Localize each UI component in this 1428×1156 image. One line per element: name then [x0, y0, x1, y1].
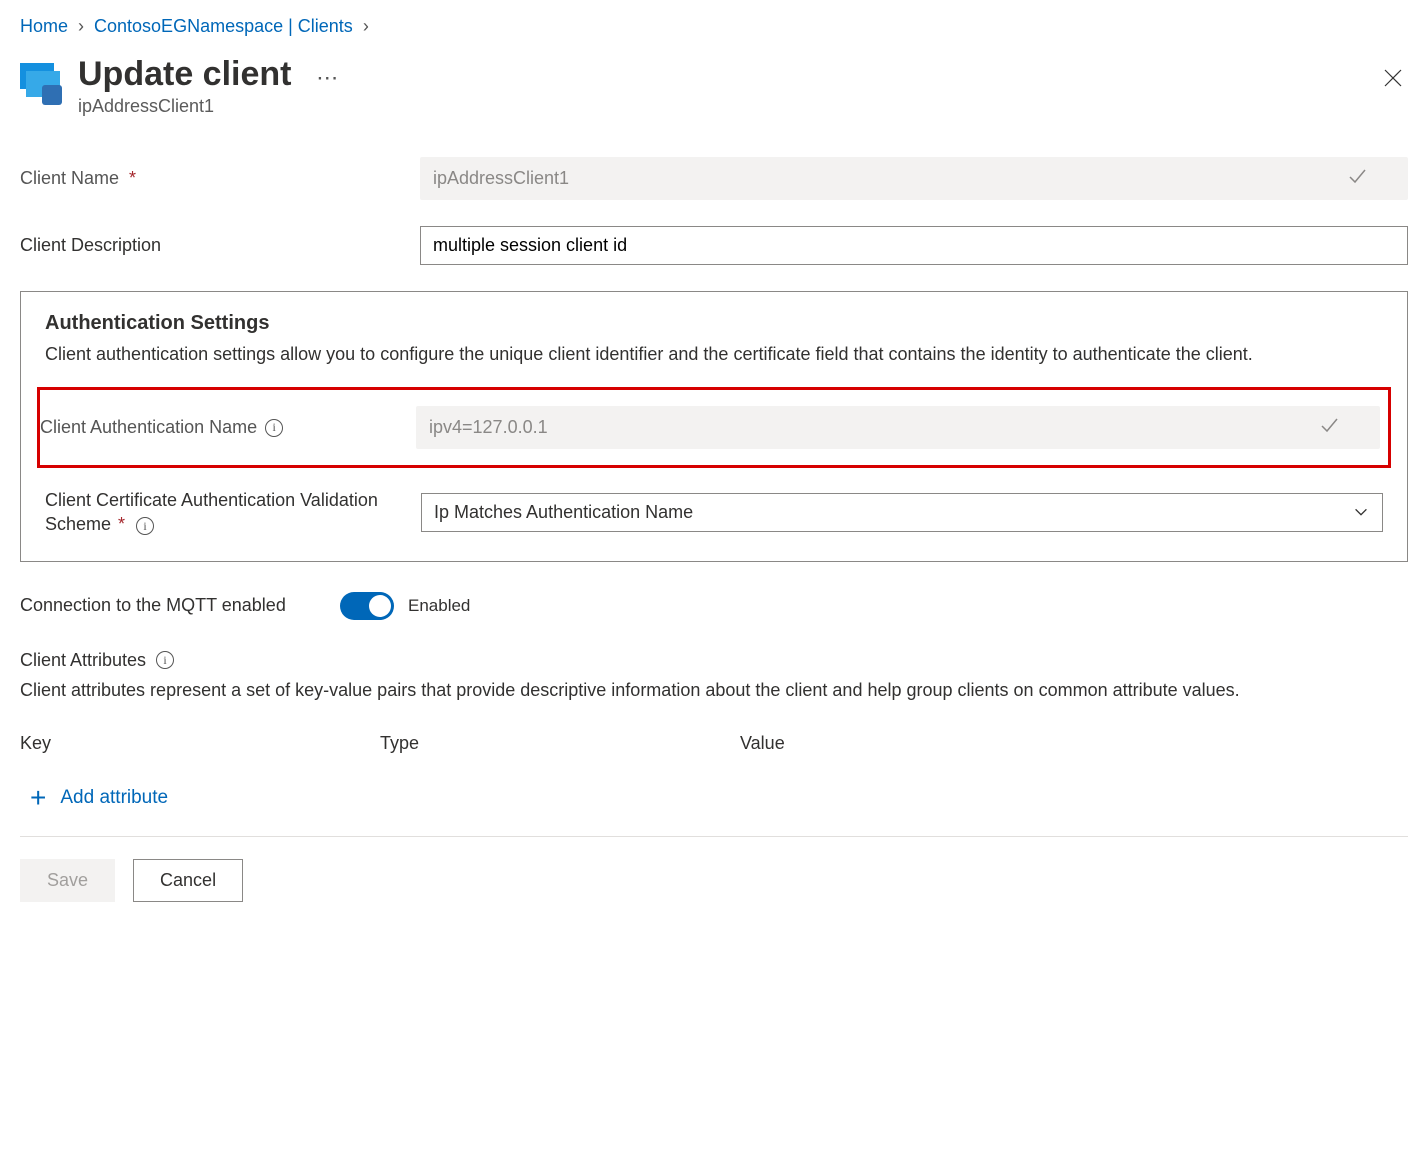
check-icon — [1347, 166, 1367, 191]
more-actions-button[interactable]: ⋯ — [316, 65, 340, 90]
mqtt-toggle[interactable] — [340, 592, 394, 620]
info-icon[interactable]: i — [156, 651, 174, 669]
auth-settings-desc: Client authentication settings allow you… — [45, 341, 1383, 367]
breadcrumb: Home › ContosoEGNamespace | Clients › — [20, 16, 1408, 37]
attr-col-type: Type — [380, 733, 740, 754]
breadcrumb-namespace[interactable]: ContosoEGNamespace | Clients — [94, 16, 353, 37]
footer-bar: Save Cancel — [20, 836, 1408, 902]
save-button[interactable]: Save — [20, 859, 115, 902]
auth-name-value: ipv4=127.0.0.1 — [429, 417, 548, 438]
attr-col-key: Key — [20, 733, 380, 754]
client-icon — [20, 61, 64, 105]
page-subtitle: ipAddressClient1 — [78, 96, 340, 117]
breadcrumb-sep: › — [78, 16, 84, 37]
chevron-down-icon — [1352, 503, 1370, 521]
mqtt-state: Enabled — [408, 596, 470, 616]
auth-name-field: ipv4=127.0.0.1 — [416, 406, 1380, 449]
auth-scheme-select[interactable]: Ip Matches Authentication Name — [421, 493, 1383, 532]
breadcrumb-sep: › — [363, 16, 369, 37]
auth-name-label: Client Authentication Name i — [40, 417, 416, 438]
cancel-button[interactable]: Cancel — [133, 859, 243, 902]
client-name-field: ipAddressClient1 — [420, 157, 1408, 200]
breadcrumb-home[interactable]: Home — [20, 16, 68, 37]
auth-scheme-label: Client Certificate Authentication Valida… — [45, 488, 421, 537]
page-title: Update client — [78, 55, 291, 94]
client-desc-label: Client Description — [20, 235, 420, 256]
client-name-value: ipAddressClient1 — [433, 168, 569, 189]
client-attributes-title: Client Attributes — [20, 650, 146, 671]
auth-scheme-value: Ip Matches Authentication Name — [434, 502, 693, 523]
page-header: Update client ⋯ ipAddressClient1 — [20, 55, 1408, 117]
auth-settings-title: Authentication Settings — [45, 312, 1383, 335]
info-icon[interactable]: i — [265, 419, 283, 437]
client-attributes-desc: Client attributes represent a set of key… — [20, 677, 1408, 703]
add-attribute-button[interactable]: + Add attribute — [20, 778, 1408, 818]
info-icon[interactable]: i — [136, 517, 154, 535]
client-name-label: Client Name* — [20, 168, 420, 189]
plus-icon: + — [30, 784, 46, 812]
add-attribute-label: Add attribute — [60, 787, 168, 809]
close-button[interactable] — [1382, 67, 1404, 94]
auth-name-highlight: Client Authentication Name i ipv4=127.0.… — [37, 387, 1391, 468]
mqtt-label: Connection to the MQTT enabled — [20, 595, 340, 616]
attr-col-value: Value — [740, 733, 785, 754]
client-desc-input[interactable] — [420, 226, 1408, 265]
check-icon — [1319, 415, 1339, 440]
auth-settings-panel: Authentication Settings Client authentic… — [20, 291, 1408, 562]
attributes-header: Key Type Value — [20, 733, 1408, 754]
